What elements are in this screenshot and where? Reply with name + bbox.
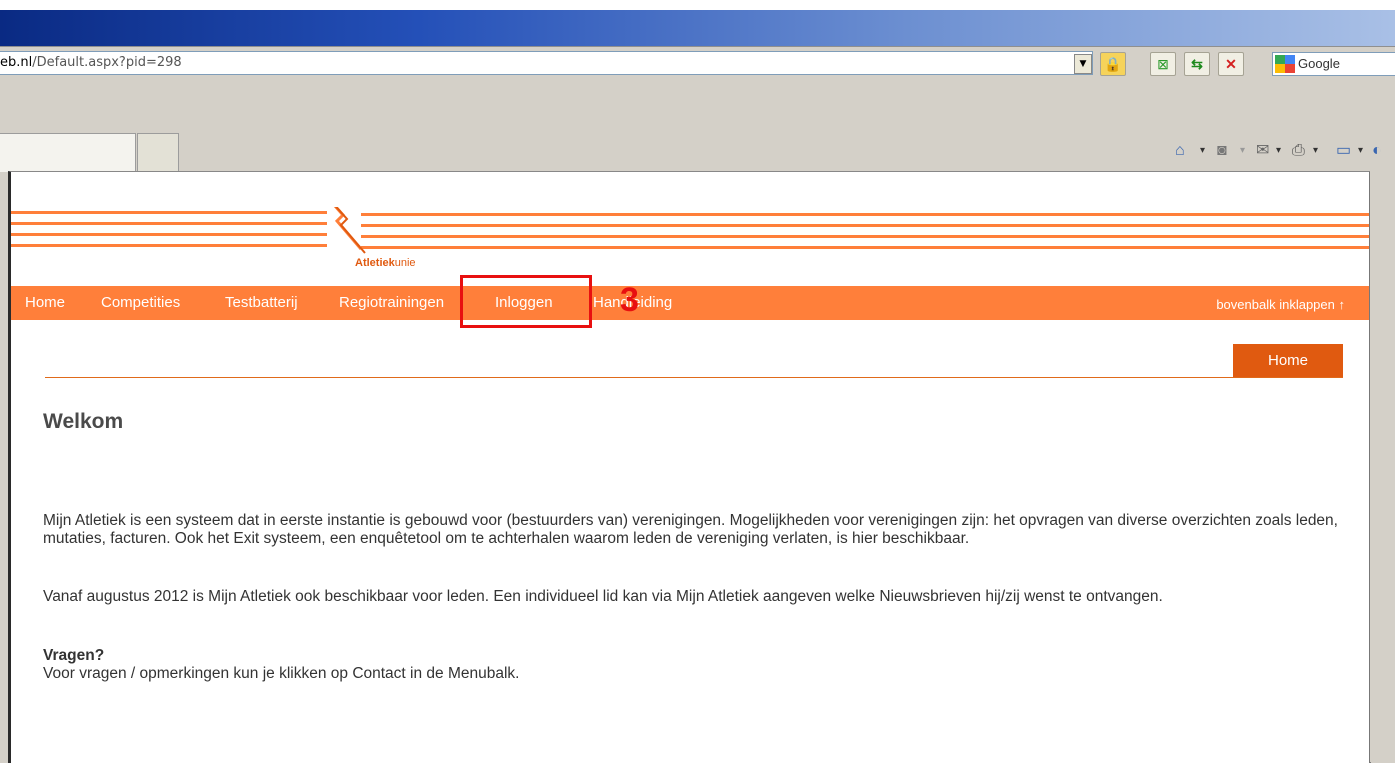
address-bar[interactable]: eb.nl/Default.aspx?pid=298 ▼	[0, 51, 1093, 75]
breadcrumb-home[interactable]: Home	[1233, 344, 1343, 378]
main-navigation: Home Competities Testbatterij Regiotrain…	[11, 286, 1369, 320]
web-page: Atletiekunie Home Competities Testbatter…	[8, 171, 1371, 763]
collapse-topbar-link[interactable]: bovenbalk inklappen ↑	[1216, 286, 1345, 320]
print-icon[interactable]: ⎙	[1292, 140, 1305, 162]
window-titlebar	[0, 10, 1395, 46]
nav-item-testbatterij[interactable]: Testbatterij	[225, 286, 298, 320]
refresh-icon[interactable]: ⇆	[1184, 52, 1210, 76]
google-logo-icon	[1275, 55, 1295, 73]
search-input[interactable]: Google	[1272, 52, 1395, 76]
address-path: /Default.aspx?pid=298	[32, 55, 182, 70]
annotation-step-number: 3	[620, 281, 639, 319]
page-title: Welkom	[43, 410, 124, 433]
members-paragraph: Vanaf augustus 2012 is Mijn Atletiek ook…	[43, 588, 1163, 605]
print-dropdown-icon[interactable]: ▾	[1313, 140, 1318, 162]
atletiekunie-logo: Atletiekunie	[355, 257, 416, 269]
intro-paragraph: Mijn Atletiek is een systeem dat in eers…	[43, 512, 1338, 547]
content-divider	[45, 377, 1343, 378]
home-dropdown-icon[interactable]: ▾	[1200, 140, 1205, 162]
nav-item-inloggen[interactable]: Inloggen	[495, 286, 553, 320]
search-placeholder: Google	[1298, 56, 1340, 71]
feeds-icon[interactable]: ◙	[1217, 140, 1227, 162]
logo-text-bold: Atletiek	[355, 257, 395, 269]
questions-text: Voor vragen / opmerkingen kun je klikken…	[43, 665, 520, 682]
mail-dropdown-icon[interactable]: ▾	[1276, 140, 1281, 162]
up-arrow-icon: ↑	[1338, 297, 1346, 312]
feeds-dropdown-icon[interactable]: ▾	[1240, 140, 1245, 162]
lock-icon[interactable]: 🔒	[1100, 52, 1126, 76]
logo-text-light: unie	[394, 257, 416, 269]
address-dropdown-icon[interactable]: ▼	[1074, 54, 1092, 74]
nav-item-regiotrainingen[interactable]: Regiotrainingen	[339, 286, 444, 320]
home-icon[interactable]: ⌂	[1175, 140, 1185, 162]
browser-tab-active[interactable]	[0, 133, 136, 172]
questions-heading: Vragen?	[43, 647, 105, 664]
collapse-label: bovenbalk inklappen	[1216, 297, 1335, 312]
mail-icon[interactable]: ✉	[1256, 140, 1269, 162]
address-row: eb.nl/Default.aspx?pid=298 ▼ 🔒 ⊠ ⇆ ✕ Goo…	[0, 46, 1395, 79]
stop-icon[interactable]: ✕	[1218, 52, 1244, 76]
screen-top-strip	[0, 0, 1395, 10]
page-icon[interactable]: ▭	[1336, 140, 1351, 162]
safety-icon[interactable]: ◐	[1372, 140, 1382, 162]
atletiekunie-logo-stripes	[11, 207, 1369, 254]
new-tab-button[interactable]	[137, 133, 179, 172]
nav-item-competities[interactable]: Competities	[101, 286, 180, 320]
compatibility-icon[interactable]: ⊠	[1150, 52, 1176, 76]
scrollbar-area[interactable]	[1370, 171, 1395, 762]
nav-item-home[interactable]: Home	[25, 286, 65, 320]
address-host: eb.nl	[0, 55, 33, 70]
page-dropdown-icon[interactable]: ▾	[1358, 140, 1363, 162]
